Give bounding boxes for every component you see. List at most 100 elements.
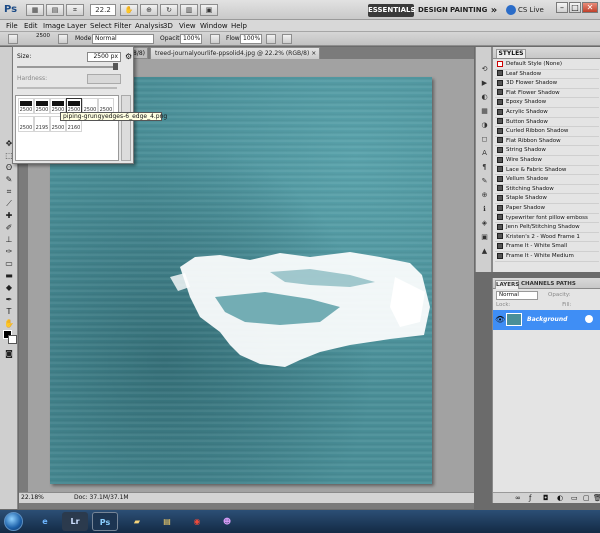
workspace-essentials[interactable]: ESSENTIALS [368, 4, 416, 17]
fx-icon[interactable]: ƒ [529, 494, 531, 502]
menu-layer[interactable]: Layer [67, 20, 87, 32]
style-item[interactable]: Acrylic Shadow [495, 108, 599, 118]
link-layers-icon[interactable]: ∞ [515, 494, 521, 502]
menu-edit[interactable]: Edit [24, 20, 38, 32]
style-item[interactable]: Jenn Pelt/Stitching Shadow [495, 223, 599, 233]
adjustment-layer-icon[interactable]: ◐ [557, 494, 563, 502]
style-item[interactable]: typewriter font pillow emboss [495, 214, 599, 224]
menu-file[interactable]: File [6, 20, 18, 32]
style-item[interactable]: Default Style (None) [495, 60, 599, 70]
menu-analysis[interactable]: Analysis [135, 20, 164, 32]
blur-tool-icon[interactable]: ◆ [3, 283, 15, 293]
style-item[interactable]: Flat Ribbon Shadow [495, 137, 599, 147]
arrange-documents-icon[interactable]: ▥ [180, 4, 198, 16]
menu-help[interactable]: Help [231, 20, 247, 32]
picker-settings-icon[interactable]: ⚙ [125, 52, 133, 62]
history-brush-tool-icon[interactable]: ✑ [3, 247, 15, 257]
brush-size-field[interactable]: 2500 px [87, 52, 121, 62]
style-item[interactable]: 3D Flower Shadow [495, 79, 599, 89]
window-minimize-button[interactable]: – [556, 2, 568, 13]
adjustments-panel-icon[interactable]: ◑ [479, 121, 490, 130]
style-item[interactable]: String Shadow [495, 146, 599, 156]
chrome-icon[interactable]: ◉ [184, 512, 210, 531]
brush-tool-icon-left[interactable]: ✐ [3, 223, 15, 233]
airbrush-icon[interactable] [266, 34, 276, 44]
messenger-icon[interactable]: ☻ [214, 512, 240, 531]
flow-field[interactable]: 100% [240, 34, 262, 44]
size-slider-thumb[interactable] [113, 63, 118, 70]
style-item[interactable]: Button Shadow [495, 118, 599, 128]
cs-live-button[interactable]: CS Live [506, 4, 544, 16]
style-item[interactable]: Leaf Shadow [495, 70, 599, 80]
bridge-icon[interactable]: ▦ [26, 4, 44, 16]
style-item[interactable]: Curled Ribbon Shadow [495, 127, 599, 137]
extras-icon[interactable]: ⌗ [66, 4, 84, 16]
brush-panel-toggle-icon[interactable] [58, 34, 68, 44]
explorer-folder-icon[interactable]: ▰ [124, 512, 150, 531]
workspace-design[interactable]: DESIGN [418, 4, 448, 17]
type-tool-icon[interactable]: T [3, 307, 15, 317]
start-button[interactable] [4, 512, 23, 531]
history-panel-icon[interactable]: ⟲ [479, 65, 490, 74]
style-item[interactable]: Flat Flower Shadow [495, 89, 599, 99]
brush-preset-cell[interactable]: 2500 [34, 98, 50, 114]
photoshop-taskbar-icon[interactable]: Ps [92, 512, 118, 531]
actions-panel-icon[interactable]: ▶ [479, 79, 490, 88]
notes-icon[interactable]: ▤ [154, 512, 180, 531]
brush-tool-icon[interactable] [8, 34, 18, 44]
menu-image[interactable]: Image [43, 20, 65, 32]
healing-tool-icon[interactable]: ✚ [3, 211, 15, 221]
brush-grid-scrollbar[interactable] [121, 95, 131, 161]
style-item[interactable]: Frame It - White Small [495, 242, 599, 252]
hand-tool-icon-left[interactable]: ✋ [3, 319, 15, 329]
pen-tool-icon[interactable]: ✒ [3, 295, 15, 305]
color-panel-icon[interactable]: ◐ [479, 93, 490, 102]
tab-paths[interactable]: PATHS [555, 280, 577, 289]
style-item[interactable]: Stitching Shadow [495, 185, 599, 195]
styles-panel-icon[interactable]: ▣ [479, 233, 490, 242]
pressure-opacity-icon[interactable] [210, 34, 220, 44]
navigator-panel-icon[interactable]: ◈ [479, 219, 490, 228]
minibridge-icon[interactable]: ▤ [46, 4, 64, 16]
zoom-level-field[interactable]: 22.2 [90, 4, 116, 16]
brush-preset-cell[interactable]: 2500 [18, 98, 34, 114]
screen-mode-icon[interactable]: ▣ [200, 4, 218, 16]
layer-row-background[interactable]: 👁 Background [493, 310, 600, 330]
zoom-tool-icon[interactable]: ⊕ [140, 4, 158, 16]
pressure-size-icon[interactable] [282, 34, 292, 44]
style-item[interactable]: Frame It - White Medium [495, 252, 599, 262]
background-color-swatch[interactable] [8, 335, 17, 344]
clone-source-panel-icon[interactable]: ⊕ [479, 191, 490, 200]
swatches-panel-icon[interactable]: ▦ [479, 107, 490, 116]
menu-select[interactable]: Select [90, 20, 112, 32]
internet-explorer-icon[interactable]: e [32, 512, 58, 531]
brush-preset-cell[interactable]: 2195 [34, 116, 50, 132]
brush-preset-size[interactable]: 2500 [36, 33, 50, 47]
eye-icon[interactable]: 👁 [495, 315, 505, 324]
style-item[interactable]: Staple Shadow [495, 194, 599, 204]
tab-channels[interactable]: CHANNELS [521, 280, 554, 289]
paragraph-panel-icon[interactable]: ¶ [479, 163, 490, 172]
add-mask-icon[interactable]: ◘ [543, 494, 549, 502]
histogram-panel-icon[interactable]: ▲ [479, 247, 490, 256]
workspace-more-button[interactable]: » [488, 4, 500, 17]
quick-mask-icon[interactable]: ◙ [3, 349, 15, 359]
delete-layer-icon[interactable]: 🗑 [593, 494, 600, 502]
opacity-field[interactable]: 100% [180, 34, 202, 44]
hand-tool-icon[interactable]: ✋ [120, 4, 138, 16]
zoom-status[interactable]: 22.18% [21, 493, 44, 503]
menu-view[interactable]: View [179, 20, 196, 32]
eyedropper-tool-icon[interactable]: ⟋ [3, 199, 15, 209]
size-slider-track[interactable] [17, 66, 117, 68]
tab-styles[interactable]: STYLES [496, 49, 526, 58]
window-close-button[interactable]: ✕ [582, 2, 598, 13]
style-item[interactable]: Kristen's 2 - Wood Frame 1 [495, 233, 599, 243]
new-group-icon[interactable]: ▭ [571, 494, 578, 502]
document-tab[interactable]: treed-journalyourlife-ppsolid4.jpg @ 22.… [150, 47, 320, 59]
character-panel-icon[interactable]: A [479, 149, 490, 158]
mode-select[interactable]: Normal [92, 34, 154, 44]
workspace-painting[interactable]: PAINTING [450, 4, 487, 17]
lightroom-icon[interactable]: Lr [62, 512, 88, 531]
menu-3d[interactable]: 3D [163, 20, 173, 32]
lasso-tool-icon[interactable]: ʘ [3, 163, 15, 173]
